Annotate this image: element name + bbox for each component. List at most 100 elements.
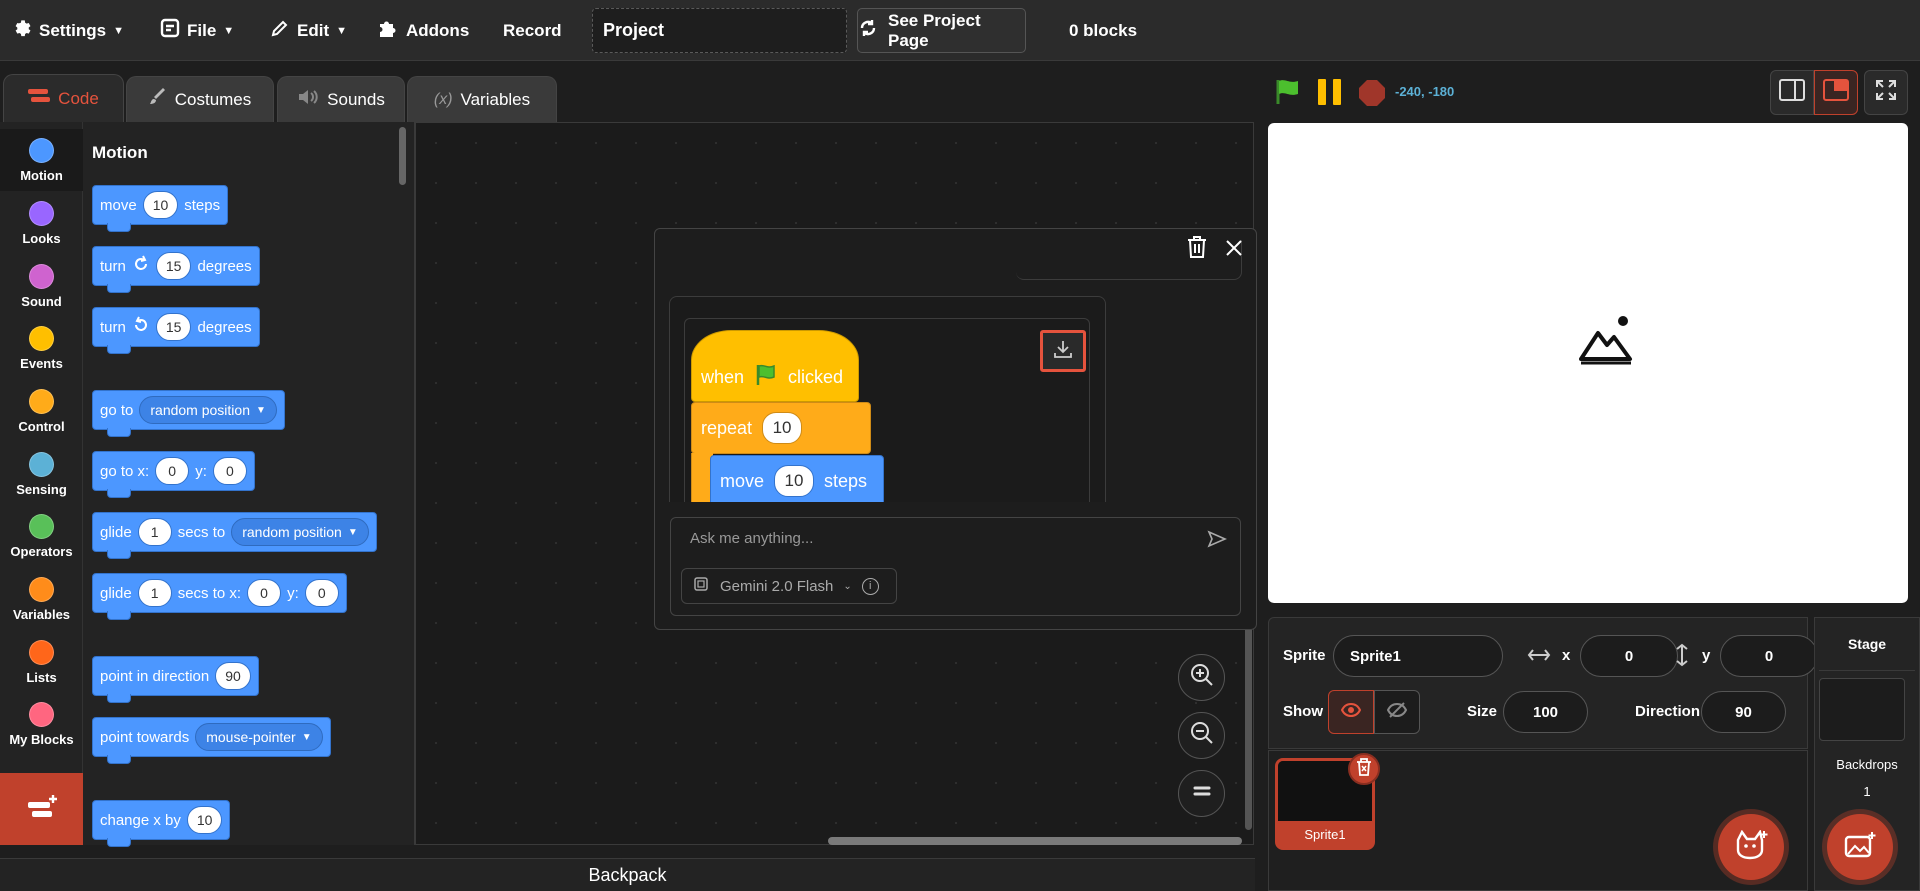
pause-button[interactable] [1316, 79, 1344, 110]
large-stage-button[interactable] [1814, 70, 1858, 115]
chevron-down-icon: ▼ [347, 526, 358, 538]
zoom-reset-button[interactable] [1178, 770, 1225, 817]
block-input[interactable]: 90 [215, 662, 251, 690]
file-menu[interactable]: File ▼ [160, 0, 234, 61]
see-project-page-label: See Project Page [888, 10, 981, 50]
settings-label: Settings [39, 20, 107, 40]
category-my-blocks[interactable]: My Blocks [0, 693, 83, 755]
edit-menu[interactable]: Edit ▼ [270, 0, 347, 61]
see-project-page-button[interactable]: See Project Page [857, 8, 1026, 53]
block-input[interactable]: 10 [186, 806, 223, 834]
tab-costumes-label: Costumes [174, 89, 252, 109]
block-text: steps [184, 196, 221, 214]
category-looks[interactable]: Looks [0, 192, 83, 254]
green-flag-icon [1274, 80, 1302, 110]
close-assistant-button[interactable] [1224, 238, 1244, 263]
sprite-label: Sprite [1283, 647, 1326, 664]
vertical-arrows-icon [1672, 643, 1692, 672]
show-sprite-button[interactable] [1328, 690, 1374, 734]
category-sensing[interactable]: Sensing [0, 443, 83, 505]
model-selector[interactable]: Gemini 2.0 Flash ⌄ i [681, 568, 897, 604]
block-turn-left[interactable]: turn 15 degrees [92, 307, 260, 354]
category-events[interactable]: Events [0, 317, 83, 379]
block-input: 10 [774, 465, 815, 497]
project-title-input[interactable]: Project [592, 8, 847, 53]
tab-sounds[interactable]: Sounds [277, 76, 405, 122]
block-point-in-direction[interactable]: point in direction 90 [92, 656, 259, 703]
block-text: move [720, 470, 765, 491]
block-input[interactable]: 1 [137, 518, 172, 546]
fullscreen-button[interactable] [1864, 70, 1908, 115]
block-point-towards[interactable]: point towards mouse-pointer ▼ [92, 717, 331, 764]
zoom-in-button[interactable] [1178, 654, 1225, 701]
workspace-vertical-scrollbar[interactable] [1245, 600, 1252, 830]
dropdown-value: random position [150, 402, 250, 418]
zoom-out-button[interactable] [1178, 712, 1225, 759]
delete-sprite-button[interactable] [1348, 753, 1380, 785]
block-text: turn [100, 318, 126, 336]
show-label: Show [1283, 703, 1323, 720]
small-stage-button[interactable] [1770, 70, 1814, 115]
add-sprite-button[interactable] [1718, 814, 1784, 880]
block-input[interactable]: 15 [155, 313, 192, 341]
block-text: when [701, 366, 745, 387]
send-button[interactable] [1207, 529, 1227, 554]
block-input[interactable]: 0 [212, 457, 247, 485]
block-go-to-xy[interactable]: go to x: 0 y: 0 [92, 451, 255, 498]
delete-chat-button[interactable] [1185, 234, 1209, 265]
add-extension-button[interactable] [0, 773, 83, 845]
category-menu: Motion Looks Sound Events Control Sensin… [0, 122, 83, 773]
block-glide-to-xy[interactable]: glide 1 secs to x: 0 y: 0 [92, 573, 347, 620]
category-dot [29, 513, 54, 539]
direction-input[interactable]: 90 [1701, 691, 1786, 733]
workspace-horizontal-scrollbar[interactable] [828, 837, 1242, 845]
block-go-to[interactable]: go to random position ▼ [92, 390, 285, 437]
block-input[interactable]: 15 [155, 252, 192, 280]
record-button[interactable]: Record [503, 0, 562, 61]
category-control[interactable]: Control [0, 380, 83, 442]
block-input[interactable]: 0 [304, 579, 339, 607]
tab-code[interactable]: Code [3, 74, 124, 122]
block-input[interactable]: 0 [247, 579, 282, 607]
block-glide-to[interactable]: glide 1 secs to random position ▼ [92, 512, 377, 559]
hide-sprite-button[interactable] [1374, 690, 1420, 734]
block-dropdown[interactable]: random position ▼ [231, 518, 369, 546]
size-input[interactable]: 100 [1503, 691, 1588, 733]
add-extension-icon [26, 794, 58, 825]
block-input[interactable]: 1 [137, 579, 172, 607]
tab-variables[interactable]: (x) Variables [407, 76, 557, 122]
category-lists[interactable]: Lists [0, 631, 83, 693]
block-text: steps [824, 470, 868, 491]
y-input[interactable]: 0 [1720, 635, 1818, 677]
tab-costumes[interactable]: Costumes [126, 76, 274, 122]
add-backdrop-button[interactable] [1827, 814, 1893, 880]
stop-button[interactable] [1358, 79, 1386, 112]
palette-scrollbar[interactable] [399, 127, 406, 185]
block-dropdown[interactable]: mouse-pointer ▼ [195, 723, 323, 751]
category-variables[interactable]: Variables [0, 568, 83, 630]
block-change-x-by[interactable]: change x by 10 [92, 800, 231, 847]
category-sound[interactable]: Sound [0, 255, 83, 317]
chat-input[interactable]: Ask me anything... [690, 530, 813, 547]
category-motion[interactable]: Motion [0, 129, 83, 191]
block-input[interactable]: 10 [142, 191, 179, 219]
sprite-name-input[interactable]: Sprite1 [1333, 635, 1503, 677]
category-operators[interactable]: Operators [0, 505, 83, 567]
x-label: x [1562, 647, 1571, 664]
block-dropdown[interactable]: random position ▼ [139, 396, 277, 424]
close-icon [1224, 240, 1244, 262]
small-stage-icon [1779, 79, 1805, 106]
addons-button[interactable]: Addons [377, 0, 469, 61]
pencil-icon [270, 18, 290, 43]
block-input[interactable]: 0 [155, 457, 190, 485]
hat-block-when-flag-clicked: when clicked [691, 330, 859, 402]
backpack-bar[interactable]: Backpack [0, 858, 1255, 891]
block-move-steps[interactable]: move 10 steps [92, 185, 229, 232]
x-input[interactable]: 0 [1580, 635, 1678, 677]
settings-menu[interactable]: Settings ▼ [12, 0, 124, 61]
green-flag-button[interactable] [1274, 78, 1302, 111]
rotate-right-icon [132, 255, 150, 277]
chevron-down-icon: ▼ [223, 24, 235, 37]
sprite-placeholder-icon [1578, 313, 1634, 370]
block-turn-right[interactable]: turn 15 degrees [92, 246, 260, 293]
